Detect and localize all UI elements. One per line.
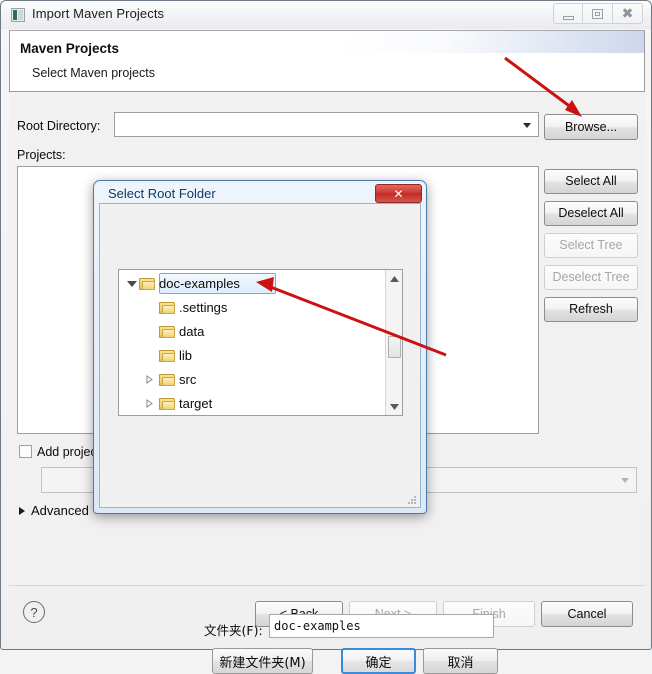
advanced-section-label[interactable]: Advanced xyxy=(31,503,89,518)
folder-name-label: 文件夹(F): xyxy=(204,623,263,638)
close-button[interactable]: ✖ xyxy=(613,3,643,24)
add-project-label: Add projec xyxy=(37,445,97,459)
minimize-icon xyxy=(563,16,574,20)
tree-item-label: src xyxy=(179,372,197,387)
folder-icon xyxy=(159,349,176,363)
screenshot-root: Import Maven Projects ✖ Maven Projects S… xyxy=(0,0,652,674)
help-icon[interactable]: ? xyxy=(23,601,45,623)
chevron-down-icon xyxy=(523,122,531,128)
page-subtitle: Select Maven projects xyxy=(32,66,155,80)
folder-icon xyxy=(159,397,176,411)
window-title: Import Maven Projects xyxy=(32,6,165,21)
folder-icon xyxy=(159,373,176,387)
folder-name-value: doc-examples xyxy=(274,619,361,633)
expander-closed-icon[interactable] xyxy=(146,375,153,384)
refresh-button[interactable]: Refresh xyxy=(544,297,638,322)
folder-tree[interactable]: doc-examples.settingsdatalibsrctargetfla… xyxy=(118,269,403,416)
page-title: Maven Projects xyxy=(20,41,120,56)
tree-item-label: .settings xyxy=(179,300,228,315)
scroll-up-arrow-icon[interactable] xyxy=(386,270,402,287)
close-icon: ✖ xyxy=(621,6,634,22)
browse-button[interactable]: Browse... xyxy=(544,114,638,140)
projects-label: Projects: xyxy=(17,148,66,162)
folder-name-input: doc-examples xyxy=(269,614,494,638)
select-root-folder-dialog: Select Root Folder ✕ doc-examples .settin… xyxy=(93,180,498,674)
tree-scrollbar[interactable] xyxy=(385,270,402,415)
window-controls: ✖ xyxy=(553,3,643,24)
deselect-tree-button: Deselect Tree xyxy=(544,265,638,290)
folder-icon xyxy=(139,277,156,291)
maximize-button[interactable] xyxy=(583,3,613,24)
wizard-header: Maven Projects Select Maven projects xyxy=(9,30,645,92)
tree-item-label: data xyxy=(179,324,205,339)
tree-item-label: target xyxy=(179,396,213,411)
dialog-close-button[interactable]: ✕ xyxy=(375,184,422,203)
folder-icon xyxy=(159,325,176,339)
dialog-title: Select Root Folder xyxy=(108,186,216,201)
ok-button[interactable]: 确定 xyxy=(341,648,416,674)
expander-open-icon[interactable] xyxy=(127,281,137,287)
cancel-button[interactable]: Cancel xyxy=(541,601,633,627)
maven-icon xyxy=(11,8,25,22)
maximize-icon xyxy=(592,9,603,19)
select-all-button[interactable]: Select All xyxy=(544,169,638,194)
expander-closed-icon[interactable] xyxy=(146,399,153,408)
scrollbar-thumb[interactable] xyxy=(388,336,401,358)
root-directory-label: Root Directory: xyxy=(17,119,101,133)
tree-item-label: doc-examples xyxy=(159,276,240,291)
deselect-all-button[interactable]: Deselect All xyxy=(544,201,638,226)
tree-item-label: lib xyxy=(179,348,193,363)
advanced-expander-icon[interactable] xyxy=(19,507,25,515)
scroll-down-arrow-icon[interactable] xyxy=(386,398,402,415)
window-title-bar: Import Maven Projects ✖ xyxy=(1,1,651,29)
close-icon: ✕ xyxy=(393,186,404,201)
folder-icon xyxy=(159,301,176,315)
add-project-checkbox[interactable] xyxy=(19,445,32,458)
minimize-button[interactable] xyxy=(553,3,583,24)
chevron-down-icon xyxy=(621,478,629,483)
header-gradient xyxy=(344,31,644,53)
resize-grip-icon[interactable] xyxy=(408,496,417,505)
new-folder-button[interactable]: 新建文件夹(M) xyxy=(212,648,313,674)
select-tree-button: Select Tree xyxy=(544,233,638,258)
root-directory-combo[interactable] xyxy=(114,112,539,137)
cancel-button-dialog[interactable]: 取消 xyxy=(423,648,498,674)
